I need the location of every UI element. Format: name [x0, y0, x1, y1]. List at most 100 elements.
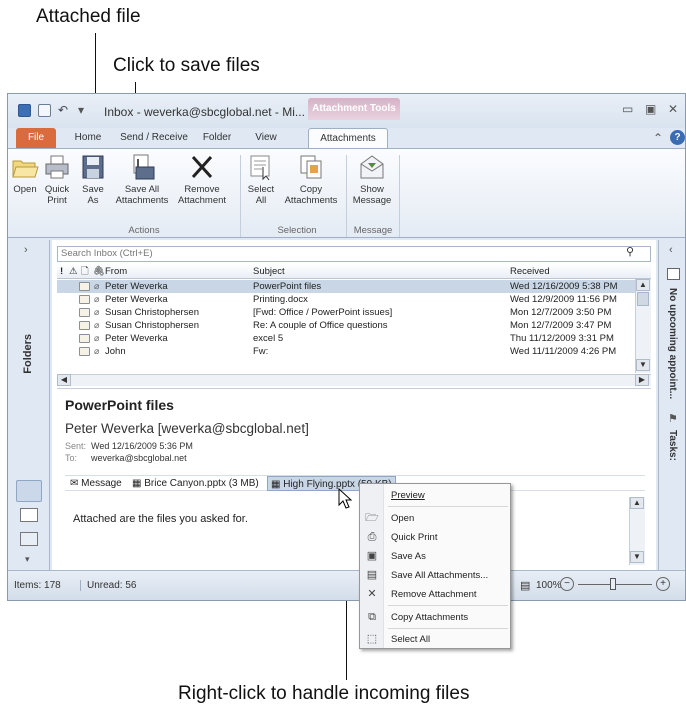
- cell-received: Wed 12/9/2009 11:56 PM: [510, 294, 617, 305]
- cell-received: Thu 11/12/2009 3:31 PM: [510, 333, 614, 344]
- menu-item-preview[interactable]: Preview: [360, 486, 510, 505]
- menu-item-quick-print[interactable]: ⎙ Quick Print: [360, 528, 510, 547]
- message-sender[interactable]: Peter Weverka [weverka@sbcglobal.net]: [65, 421, 309, 436]
- tab-folder[interactable]: Folder: [194, 128, 240, 148]
- attachment-clip-icon: ⌀: [94, 281, 100, 291]
- expand-nav-icon[interactable]: ›: [24, 244, 28, 256]
- quick-print-button[interactable]: Quick Print: [42, 153, 72, 206]
- menu-item-remove-attachment[interactable]: ✕ Remove Attachment: [360, 585, 510, 604]
- qat-dropdown-icon[interactable]: ▾: [78, 103, 84, 117]
- attachment-column-icon[interactable]: 🖇: [93, 264, 105, 279]
- menu-item-save-as[interactable]: ▣ Save As: [360, 547, 510, 566]
- zoom-slider-thumb[interactable]: [610, 578, 616, 590]
- scroll-thumb[interactable]: [637, 292, 649, 306]
- minimize-icon[interactable]: ▭: [622, 102, 633, 116]
- scroll-left-icon[interactable]: ◀: [57, 374, 71, 386]
- menu-item-copy-attachments[interactable]: ⧉ Copy Attachments: [360, 608, 510, 627]
- scroll-up-icon[interactable]: ▲: [636, 279, 650, 291]
- envelope-icon: [79, 334, 90, 343]
- ribbon: Open Quick Print Save As Save All Attach…: [8, 148, 685, 238]
- scroll-right-icon[interactable]: ▶: [635, 374, 649, 386]
- tab-file[interactable]: File: [16, 128, 56, 148]
- open-button[interactable]: Open: [10, 153, 40, 195]
- upcoming-appointments-label: No upcoming appoint...: [667, 288, 678, 400]
- close-icon[interactable]: ✕: [668, 102, 678, 116]
- message-list-scrollbar[interactable]: ▲ ▼: [635, 279, 651, 373]
- table-row[interactable]: ⌀ John Fw: Wed 11/11/2009 4:26 PM: [57, 345, 635, 358]
- expand-todo-icon[interactable]: ‹: [669, 244, 673, 256]
- search-icon[interactable]: ⚲: [626, 245, 634, 258]
- reading-scrollbar[interactable]: ▲ ▼: [629, 497, 645, 565]
- attachment-clip-icon: ⌀: [94, 307, 100, 317]
- show-message-button[interactable]: Show Message: [350, 153, 394, 206]
- zoom-out-button[interactable]: −: [560, 577, 574, 591]
- send-receive-icon[interactable]: [38, 104, 51, 117]
- undo-icon[interactable]: ↶: [58, 104, 71, 117]
- callout-right-click: Right-click to handle incoming files: [178, 683, 470, 704]
- reminder-column-icon[interactable]: ⚠: [69, 264, 78, 279]
- copy-icon: ⧉: [368, 611, 376, 623]
- callout-click-to-save: Click to save files: [113, 55, 260, 76]
- nav-options-icon[interactable]: ▾: [25, 554, 30, 565]
- save-disk-icon: [79, 153, 107, 181]
- mail-nav-icon[interactable]: [16, 480, 42, 502]
- table-row[interactable]: ⌀ Peter Weverka Printing.docx Wed 12/9/2009…: [57, 293, 635, 306]
- menu-item-save-all-attachments[interactable]: ▤ Save All Attachments...: [360, 566, 510, 585]
- window-title: Inbox - weverka@sbcglobal.net - Mi...: [104, 105, 305, 119]
- select-all-button[interactable]: Select All: [244, 153, 278, 206]
- scroll-down-icon[interactable]: ▼: [636, 359, 650, 371]
- sent-line: Sent: Wed 12/16/2009 5:36 PM: [65, 441, 193, 451]
- menu-item-select-all[interactable]: ⬚ Select All: [360, 630, 510, 649]
- contacts-nav-icon[interactable]: [20, 532, 38, 546]
- remove-attachment-button[interactable]: Remove Attachment: [174, 153, 230, 206]
- scroll-up-icon[interactable]: ▲: [630, 497, 644, 509]
- reading-view-icon[interactable]: ▤: [520, 579, 530, 592]
- attachment-clip-icon: ⌀: [94, 320, 100, 330]
- column-from[interactable]: From: [105, 264, 127, 279]
- attachment-message-tab[interactable]: ✉ Message: [67, 476, 125, 491]
- help-icon[interactable]: ?: [670, 130, 685, 145]
- copy-attachments-button[interactable]: Copy Attachments: [282, 153, 340, 206]
- save-all-attachments-button[interactable]: Save All Attachments: [112, 153, 172, 206]
- ribbon-minimize-icon[interactable]: ⌃: [653, 131, 663, 145]
- cell-subject: Printing.docx: [253, 294, 308, 305]
- tab-attachments[interactable]: Attachments: [308, 128, 388, 148]
- attachment-context-menu: Preview 🗁 Open ⎙ Quick Print ▣ Save As ▤ Sav…: [359, 483, 511, 649]
- tab-send-receive[interactable]: Send / Receive: [116, 128, 192, 148]
- importance-column-icon[interactable]: !: [60, 264, 63, 279]
- column-received[interactable]: Received: [510, 264, 550, 279]
- message-list-hscrollbar[interactable]: ◀ ▶: [57, 374, 651, 386]
- save-as-button[interactable]: Save As: [78, 153, 108, 206]
- search-input[interactable]: Search Inbox (Ctrl+E): [57, 246, 651, 262]
- attachment-brice-canyon[interactable]: ▦ Brice Canyon.pptx (3 MB): [129, 476, 262, 491]
- cell-received: Wed 11/11/2009 4:26 PM: [510, 346, 617, 357]
- tab-home[interactable]: Home: [68, 128, 108, 148]
- cell-from: Susan Christophersen: [105, 307, 199, 318]
- column-subject[interactable]: Subject: [253, 264, 285, 279]
- remove-x-icon: [188, 153, 216, 181]
- zoom-in-button[interactable]: +: [656, 577, 670, 591]
- maximize-icon[interactable]: ▣: [645, 102, 656, 116]
- folders-label[interactable]: Folders: [22, 334, 34, 374]
- envelope-icon: [358, 153, 386, 181]
- envelope-icon: [79, 282, 90, 291]
- table-row[interactable]: ⌀ Peter Weverka excel 5 Thu 11/12/2009 3:31…: [57, 332, 635, 345]
- attachment-bar: ✉ Message ▦ Brice Canyon.pptx (3 MB) ▦ H…: [65, 475, 645, 491]
- table-row[interactable]: ⌀ Peter Weverka PowerPoint files Wed 12/16/…: [57, 280, 635, 293]
- menu-item-open[interactable]: 🗁 Open: [360, 509, 510, 528]
- envelope-icon: [79, 321, 90, 330]
- select-all-icon: [247, 153, 275, 181]
- icon-column-icon[interactable]: 🗋: [81, 264, 89, 279]
- cell-from: Peter Weverka: [105, 333, 168, 344]
- cell-from: John: [105, 346, 126, 357]
- table-row[interactable]: ⌀ Susan Christophersen [Fwd: Office / Powe…: [57, 306, 635, 319]
- printer-icon: [43, 153, 71, 181]
- calendar-icon[interactable]: [667, 268, 680, 280]
- tab-view[interactable]: View: [246, 128, 286, 148]
- calendar-nav-icon[interactable]: [20, 508, 38, 522]
- scroll-down-icon[interactable]: ▼: [630, 551, 644, 563]
- select-all-icon: ⬚: [366, 633, 378, 645]
- table-row[interactable]: ⌀ Susan Christophersen Re: A couple of Off…: [57, 319, 635, 332]
- save-all-icon: [128, 153, 156, 181]
- unread-count: Unread: 56: [80, 580, 136, 591]
